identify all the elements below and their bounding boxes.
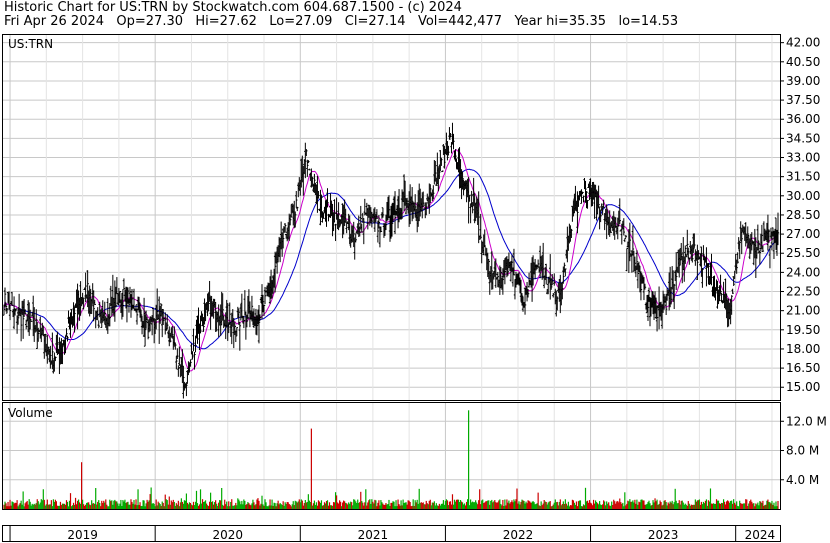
- symbol-label: US:TRN: [8, 37, 53, 51]
- year-label: 2020: [212, 528, 243, 542]
- volume-tick-label: 8.0 M: [786, 444, 819, 458]
- volume-tick-label: 12.0 M: [786, 414, 827, 428]
- ohlc-bar: [228, 302, 231, 325]
- price-tick-label: 15.00: [786, 380, 820, 394]
- stock-chart: 42.00 40.50 39.00 37.50 36.00 34.50 33.00 31.50…: [2, 34, 827, 542]
- ohlc-bar: [527, 272, 531, 288]
- price-tick-label: 36.00: [786, 112, 820, 126]
- ohlc-bar: [623, 237, 627, 243]
- ohlc-bar: [238, 321, 242, 351]
- price-tick-label: 37.50: [786, 93, 820, 107]
- price-tick-label: 39.00: [786, 74, 820, 88]
- year-label: 2021: [358, 528, 389, 542]
- price-tick-label: 30.00: [786, 189, 820, 203]
- price-tick-label: 33.00: [786, 151, 820, 165]
- price-tick-label: 18.00: [786, 342, 820, 356]
- ohlc-bar: [192, 328, 195, 352]
- price-tick-label: 42.00: [786, 36, 820, 50]
- ohlc-bar: [185, 382, 188, 397]
- price-tick-label: 27.00: [786, 227, 820, 241]
- moving-averages: [3, 149, 779, 372]
- price-tick-label: 19.50: [786, 323, 820, 337]
- price-tick-label: 25.50: [786, 246, 820, 260]
- volume-bars: [3, 410, 779, 509]
- price-tick-label: 21.00: [786, 304, 820, 318]
- year-label: 2022: [503, 528, 534, 542]
- ohlc-bar: [97, 320, 100, 329]
- year-label: 2023: [648, 528, 679, 542]
- price-gridlines: [3, 35, 780, 509]
- ohlc-bar: [625, 247, 629, 272]
- ohlc-bar: [441, 170, 444, 173]
- price-tick-label: 34.50: [786, 131, 820, 145]
- price-axis: 42.00 40.50 39.00 37.50 36.00 34.50 33.00 31.50…: [780, 36, 820, 394]
- ohlc-bar: [553, 273, 556, 286]
- ohlc-bar: [308, 168, 311, 171]
- price-tick-label: 16.50: [786, 361, 820, 375]
- volume-axis: 12.0 M 8.0 M 4.0 M: [780, 414, 827, 487]
- volume-tick-label: 4.0 M: [786, 473, 819, 487]
- volume-panel-title: Volume: [8, 406, 53, 420]
- price-tick-label: 40.50: [786, 55, 820, 69]
- ma-short-line: [3, 149, 778, 372]
- ohlc-bar: [122, 278, 126, 290]
- ohlc-bar: [295, 191, 298, 208]
- price-tick-label: 22.50: [786, 285, 820, 299]
- price-tick-label: 24.00: [786, 265, 820, 279]
- date-axis: 2019 2020 2021 2022 2023 2024: [9, 526, 776, 542]
- year-label: 2019: [67, 528, 98, 542]
- price-tick-label: 28.50: [786, 208, 820, 222]
- price-tick-label: 31.50: [786, 170, 820, 184]
- year-label: 2024: [745, 528, 776, 542]
